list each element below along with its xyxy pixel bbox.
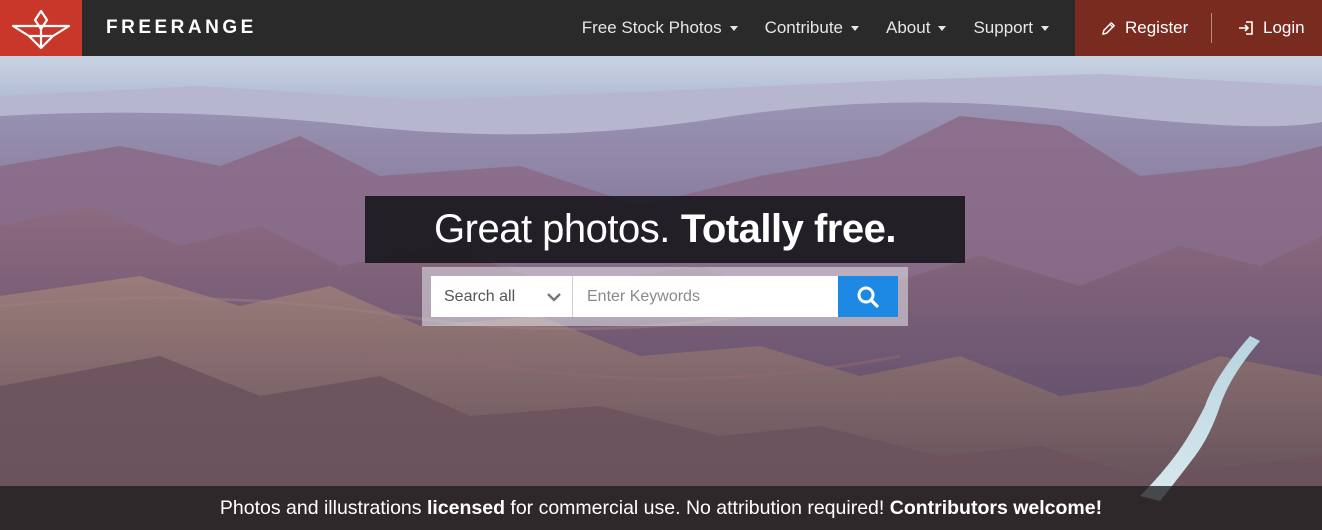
banner-text-contributors: Contributors welcome! (889, 496, 1103, 519)
main-nav: Free Stock Photos Contribute About Suppo… (555, 0, 1049, 56)
search-bar: Search all (422, 267, 908, 326)
search-category-value: Search all (444, 287, 516, 305)
search-input[interactable] (573, 276, 838, 317)
headline-bold: Totally free. (680, 207, 897, 251)
auth-area: Register Login (1075, 0, 1322, 56)
register-link[interactable]: Register (1075, 18, 1211, 38)
nav-contribute[interactable]: Contribute (764, 18, 860, 38)
search-button[interactable] (838, 276, 898, 317)
nav-label: About (886, 18, 931, 37)
sign-in-icon (1239, 21, 1253, 35)
banner-text-1: Photos and illustrations (219, 496, 427, 519)
headline-light: Great photos. (434, 207, 670, 251)
nav-label: Contribute (764, 18, 844, 37)
chevron-down-icon (547, 292, 561, 301)
login-link[interactable]: Login (1212, 18, 1305, 38)
caret-down-icon (729, 25, 738, 31)
nav-free-stock-photos[interactable]: Free Stock Photos (582, 18, 738, 38)
license-banner: Photos and illustrations licensed for co… (0, 486, 1322, 530)
banner-text-2: for commercial use. No attribution requi… (504, 496, 890, 519)
login-label: Login (1263, 18, 1305, 37)
logo-box[interactable] (0, 0, 82, 56)
caret-down-icon (938, 25, 947, 31)
nav-about[interactable]: About (886, 18, 947, 38)
freerange-logo-icon (11, 9, 71, 50)
banner-text-licensed: licensed (426, 496, 505, 519)
nav-support[interactable]: Support (973, 18, 1049, 38)
pencil-icon (1102, 21, 1115, 35)
nav-label: Support (973, 18, 1033, 37)
search-category-select[interactable]: Search all (431, 276, 573, 317)
hero-headline: Great photos. Totally free. (365, 196, 965, 263)
register-label: Register (1125, 18, 1189, 37)
hero-section: Great photos. Totally free. Search all P… (0, 56, 1322, 530)
nav-label: Free Stock Photos (581, 18, 722, 37)
top-navbar: FREERANGE Free Stock Photos Contribute A… (0, 0, 1322, 56)
caret-down-icon (1041, 25, 1049, 31)
caret-down-icon (851, 25, 860, 31)
search-icon (857, 286, 879, 308)
brand-name[interactable]: FREERANGE (82, 0, 382, 56)
